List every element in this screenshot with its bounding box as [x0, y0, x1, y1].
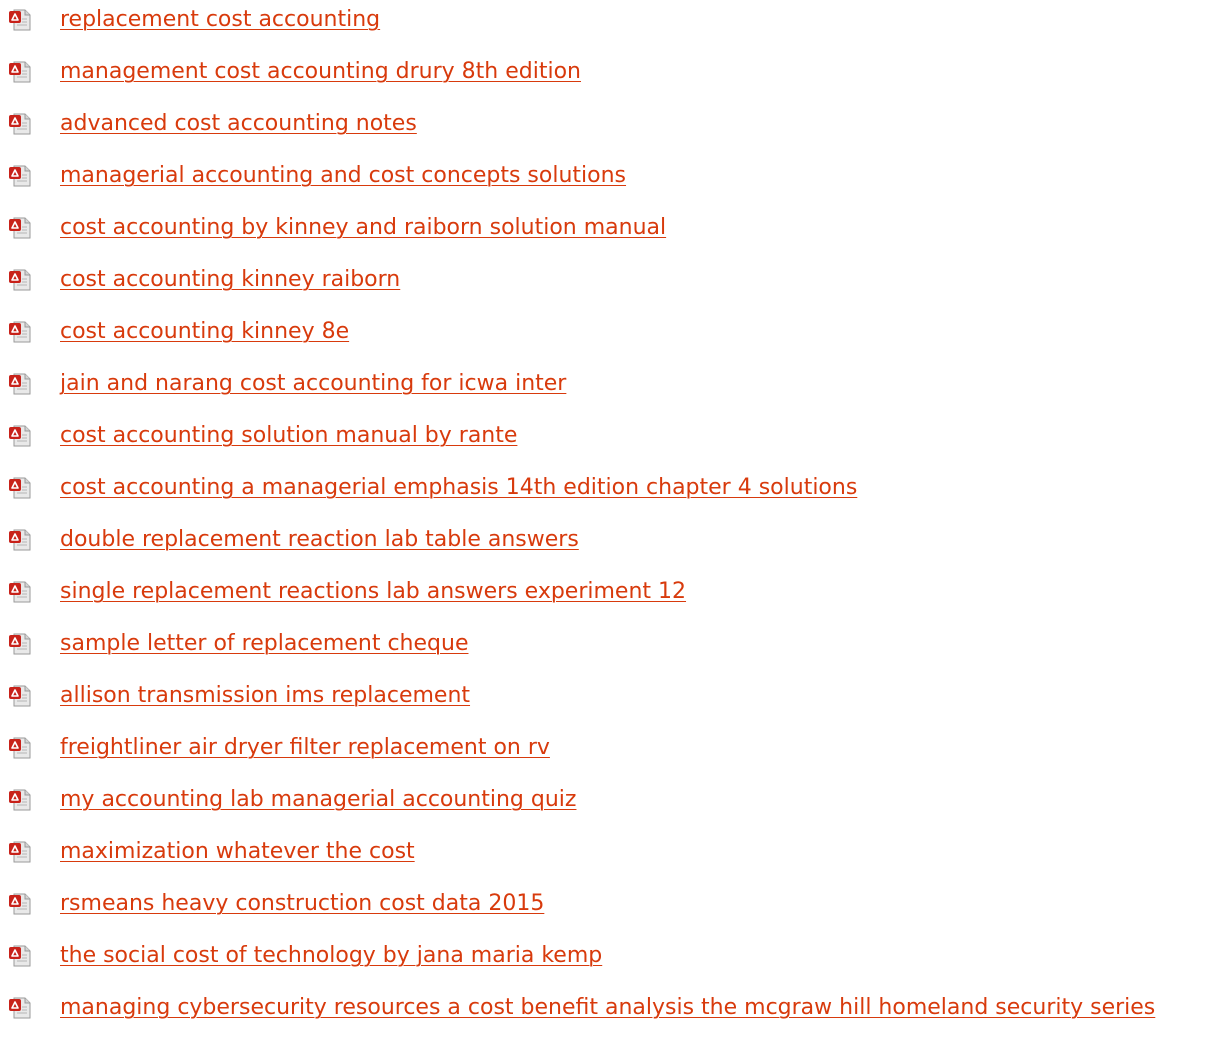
pdf-file-icon	[8, 841, 32, 863]
pdf-file-icon	[8, 373, 32, 395]
pdf-link[interactable]: cost accounting solution manual by rante	[60, 422, 517, 450]
list-item: managerial accounting and cost concepts …	[0, 156, 1232, 208]
pdf-file-icon	[8, 165, 32, 187]
list-item: cost accounting solution manual by rante	[0, 416, 1232, 468]
pdf-link[interactable]: allison transmission ims replacement	[60, 682, 470, 710]
list-item: cost accounting kinney raiborn	[0, 260, 1232, 312]
pdf-link[interactable]: cost accounting a managerial emphasis 14…	[60, 474, 857, 502]
list-item: managing cybersecurity resources a cost …	[0, 988, 1232, 1040]
pdf-link[interactable]: managerial accounting and cost concepts …	[60, 162, 626, 190]
pdf-link[interactable]: replacement cost accounting	[60, 6, 380, 34]
pdf-link[interactable]: maximization whatever the cost	[60, 838, 415, 866]
pdf-link[interactable]: my accounting lab managerial accounting …	[60, 786, 576, 814]
pdf-link[interactable]: jain and narang cost accounting for icwa…	[60, 370, 566, 398]
list-item: replacement cost accounting	[0, 0, 1232, 52]
pdf-file-icon	[8, 321, 32, 343]
list-item: cost accounting a managerial emphasis 14…	[0, 468, 1232, 520]
list-item: cost accounting kinney 8e	[0, 312, 1232, 364]
pdf-file-icon	[8, 217, 32, 239]
pdf-file-icon	[8, 61, 32, 83]
pdf-link-list: replacement cost accounting management c…	[0, 0, 1232, 1040]
pdf-link[interactable]: the social cost of technology by jana ma…	[60, 942, 602, 970]
list-item: allison transmission ims replacement	[0, 676, 1232, 728]
list-item: jain and narang cost accounting for icwa…	[0, 364, 1232, 416]
pdf-link[interactable]: double replacement reaction lab table an…	[60, 526, 579, 554]
pdf-link[interactable]: sample letter of replacement cheque	[60, 630, 468, 658]
pdf-file-icon	[8, 269, 32, 291]
pdf-link[interactable]: freightliner air dryer filter replacemen…	[60, 734, 550, 762]
pdf-file-icon	[8, 581, 32, 603]
pdf-file-icon	[8, 893, 32, 915]
list-item: cost accounting by kinney and raiborn so…	[0, 208, 1232, 260]
list-item: advanced cost accounting notes	[0, 104, 1232, 156]
list-item: freightliner air dryer filter replacemen…	[0, 728, 1232, 780]
pdf-file-icon	[8, 789, 32, 811]
pdf-link[interactable]: cost accounting kinney 8e	[60, 318, 349, 346]
pdf-link[interactable]: managing cybersecurity resources a cost …	[60, 994, 1155, 1022]
pdf-file-icon	[8, 9, 32, 31]
pdf-file-icon	[8, 425, 32, 447]
list-item: double replacement reaction lab table an…	[0, 520, 1232, 572]
pdf-file-icon	[8, 529, 32, 551]
list-item: sample letter of replacement cheque	[0, 624, 1232, 676]
list-item: rsmeans heavy construction cost data 201…	[0, 884, 1232, 936]
pdf-link[interactable]: single replacement reactions lab answers…	[60, 578, 686, 606]
pdf-file-icon	[8, 997, 32, 1019]
pdf-file-icon	[8, 737, 32, 759]
pdf-link[interactable]: cost accounting by kinney and raiborn so…	[60, 214, 666, 242]
pdf-link[interactable]: management cost accounting drury 8th edi…	[60, 58, 581, 86]
list-item: my accounting lab managerial accounting …	[0, 780, 1232, 832]
pdf-file-icon	[8, 113, 32, 135]
list-item: maximization whatever the cost	[0, 832, 1232, 884]
list-item: single replacement reactions lab answers…	[0, 572, 1232, 624]
pdf-file-icon	[8, 945, 32, 967]
pdf-link[interactable]: advanced cost accounting notes	[60, 110, 417, 138]
pdf-file-icon	[8, 685, 32, 707]
pdf-link[interactable]: cost accounting kinney raiborn	[60, 266, 400, 294]
pdf-file-icon	[8, 633, 32, 655]
pdf-link[interactable]: rsmeans heavy construction cost data 201…	[60, 890, 544, 918]
pdf-file-icon	[8, 477, 32, 499]
list-item: the social cost of technology by jana ma…	[0, 936, 1232, 988]
list-item: management cost accounting drury 8th edi…	[0, 52, 1232, 104]
